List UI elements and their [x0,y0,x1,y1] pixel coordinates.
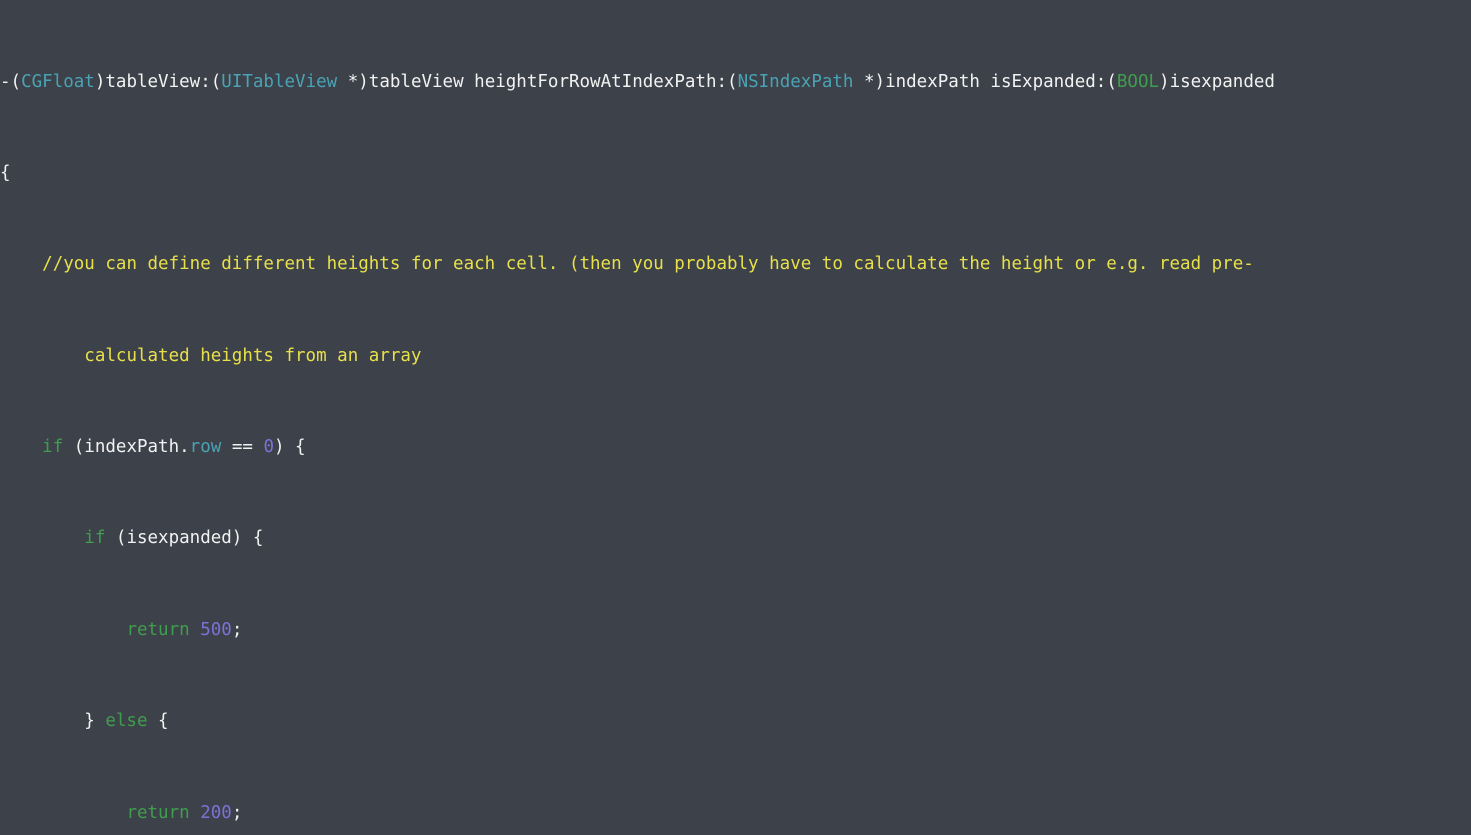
code-line: } else { [0,711,169,732]
code-line: if (isexpanded) { [84,528,264,549]
code-content[interactable]: -(CGFloat)tableView:(UITableView *)table… [0,0,1471,835]
code-line: -(CGFloat)tableView:(UITableView *)table… [0,71,1275,92]
code-line: { [0,162,11,183]
code-editor-pane[interactable]: -(CGFloat)tableView:(UITableView *)table… [0,0,1471,835]
code-line: calculated heights from an array [84,345,422,366]
code-line: return 200; [126,802,243,823]
code-line: //you can define different heights for e… [42,254,1254,275]
code-line: return 500; [126,619,243,640]
code-line: if (indexPath.row == 0) { [42,437,306,458]
